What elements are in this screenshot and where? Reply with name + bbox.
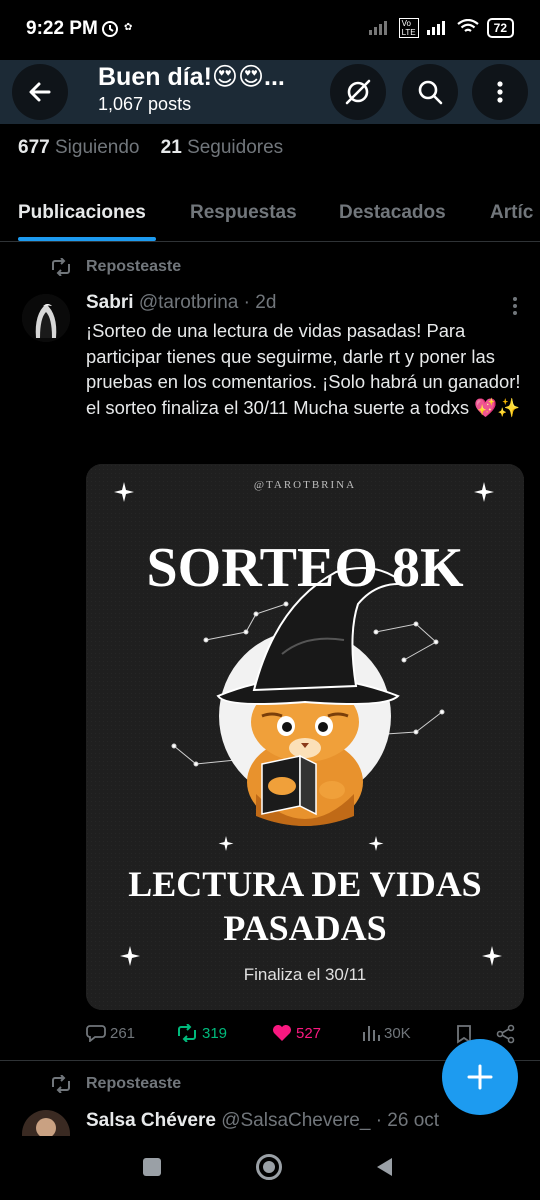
author-handle[interactable]: @tarotbrina — [139, 292, 239, 313]
home-button[interactable] — [256, 1154, 282, 1180]
following-link[interactable]: 677 Siguiendo — [18, 137, 140, 158]
status-time: 9:22 PM — [26, 18, 98, 39]
grok-icon — [345, 79, 371, 105]
signal-icon — [426, 19, 449, 38]
profile-tabs: Publicaciones Respuestas Destacados Artí… — [0, 190, 540, 242]
repost-button[interactable]: 319 — [176, 1024, 227, 1042]
follow-stats: 677 Siguiendo 21 Seguidores — [18, 137, 283, 159]
tweet-header: Sabri @tarotbrina · 2d — [86, 292, 276, 314]
status-bar: 9:22 PM ✿ Vo LTE 72 — [0, 0, 540, 60]
system-nav-bar — [0, 1136, 540, 1200]
volte-icon: Vo LTE — [398, 18, 419, 38]
tweet-time: · 26 oct — [375, 1110, 440, 1131]
image-watermark: @TAROTBRINA — [254, 479, 356, 491]
reply-button[interactable]: 261 — [86, 1024, 135, 1042]
recents-button[interactable] — [143, 1158, 161, 1176]
alarm-icon — [100, 18, 120, 43]
status-icons: Vo LTE 72 — [368, 18, 514, 38]
profile-name: Buen día!😍😍... — [98, 63, 285, 91]
signal-off-icon — [368, 19, 391, 38]
tweet-image[interactable]: @TAROTBRINA SORTEO 8K LECTURA DE VIDAS P… — [86, 464, 524, 1010]
back-button[interactable] — [12, 64, 68, 120]
battery-indicator: 72 — [486, 18, 514, 38]
tweet-text: ¡Sorteo de una lectura de vidas pasadas!… — [86, 320, 521, 418]
search-icon — [418, 80, 443, 105]
image-footer: Finaliza el 30/11 — [244, 965, 367, 984]
repost-icon — [178, 1024, 196, 1042]
natura-icon: ✿ — [124, 22, 133, 33]
views-button[interactable]: 30K — [362, 1024, 411, 1042]
avatar[interactable] — [22, 294, 70, 342]
compose-button[interactable] — [442, 1039, 518, 1115]
profile-header: Buen día!😍😍... 1,067 posts — [0, 60, 540, 124]
tweet-time: · 2d — [243, 292, 277, 313]
active-tab-indicator — [18, 237, 156, 241]
share-icon — [496, 1024, 515, 1044]
wifi-icon — [456, 18, 479, 38]
author-name[interactable]: Salsa Chévere — [86, 1110, 216, 1131]
search-button[interactable] — [402, 64, 458, 120]
more-vertical-icon — [513, 297, 517, 315]
tab-articulos[interactable]: Artíc — [490, 202, 533, 224]
tab-respuestas[interactable]: Respuestas — [190, 202, 297, 224]
tab-publicaciones[interactable]: Publicaciones — [18, 202, 146, 224]
reply-icon — [86, 1025, 106, 1042]
back-arrow-icon — [29, 82, 51, 102]
more-options-button[interactable] — [472, 64, 528, 120]
tab-destacados[interactable]: Destacados — [339, 202, 446, 224]
more-vertical-icon — [497, 81, 503, 103]
post-count: 1,067 posts — [98, 94, 192, 114]
repost-icon — [52, 1075, 70, 1093]
plus-icon — [467, 1064, 493, 1090]
author-name[interactable]: Sabri — [86, 292, 134, 313]
views-icon — [363, 1026, 380, 1041]
avatar[interactable] — [22, 1110, 70, 1136]
share-button[interactable] — [496, 1024, 516, 1044]
tweet-header: Salsa Chévere @SalsaChevere_ · 26 oct — [86, 1110, 439, 1132]
image-subtitle-line2: PASADAS — [223, 908, 386, 948]
image-headline: SORTEO 8K — [147, 537, 464, 599]
like-button[interactable]: 527 — [272, 1024, 321, 1042]
back-nav-button[interactable] — [374, 1156, 394, 1183]
repost-indicator: Reposteaste — [50, 1075, 181, 1093]
home-dot-icon — [263, 1161, 275, 1173]
followers-link[interactable]: 21 Seguidores — [161, 137, 284, 158]
repost-icon — [52, 258, 70, 276]
repost-indicator: Reposteaste — [50, 258, 181, 276]
grok-button[interactable] — [330, 64, 386, 120]
author-handle[interactable]: @SalsaChevere_ — [221, 1110, 370, 1131]
back-triangle-icon — [377, 1158, 392, 1176]
image-subtitle-line1: LECTURA DE VIDAS — [128, 864, 481, 904]
heart-icon — [273, 1025, 291, 1041]
